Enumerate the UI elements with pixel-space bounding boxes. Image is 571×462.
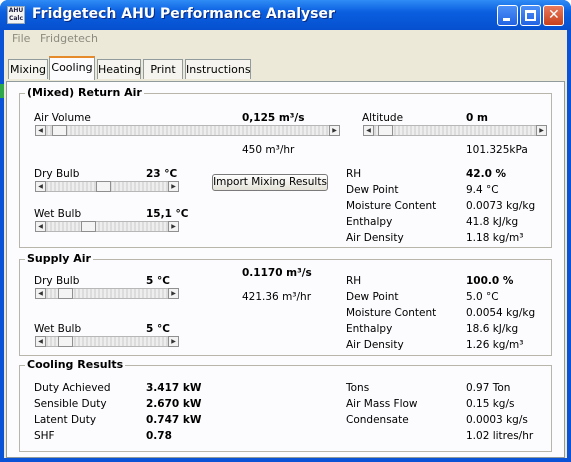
altitude-value: 0 m xyxy=(466,112,488,124)
right-arrow-icon[interactable]: ▶ xyxy=(168,181,179,192)
minimize-icon xyxy=(503,18,510,21)
slider-thumb[interactable] xyxy=(378,125,393,136)
supply-rh-label: RH xyxy=(346,275,362,287)
air-mass-flow-label: Air Mass Flow xyxy=(346,398,418,410)
air-density-label: Air Density xyxy=(346,232,404,244)
left-arrow-icon[interactable]: ◀ xyxy=(35,336,46,347)
left-arrow-icon[interactable]: ◀ xyxy=(35,288,46,299)
slider-thumb[interactable] xyxy=(52,125,67,136)
air-volume-slider[interactable]: ◀ ▶ xyxy=(35,125,340,136)
supply-flow-m3s: 0.1170 m³/s xyxy=(242,267,312,279)
sensible-duty-label: Sensible Duty xyxy=(34,398,107,410)
menu-bar: File Fridgetech xyxy=(4,30,567,48)
minimize-button[interactable] xyxy=(497,5,518,26)
return-air-title: (Mixed) Return Air xyxy=(25,86,144,99)
supply-dry-bulb-label: Dry Bulb xyxy=(34,275,80,287)
dry-bulb-label: Dry Bulb xyxy=(34,168,80,180)
duty-achieved-label: Duty Achieved xyxy=(34,382,111,394)
supply-dry-bulb-value: 5 °C xyxy=(146,275,170,287)
window-title: Fridgetech AHU Performance Analyser xyxy=(32,6,335,22)
slider-thumb[interactable] xyxy=(81,221,96,232)
enthalpy-label: Enthalpy xyxy=(346,216,393,228)
condensate-value: 0.0003 kg/s xyxy=(466,414,528,426)
shf-value: 0.78 xyxy=(146,430,172,442)
supply-dew-point-label: Dew Point xyxy=(346,291,399,303)
dew-point-label: Dew Point xyxy=(346,184,399,196)
condensate-litres-value: 1.02 litres/hr xyxy=(466,430,534,442)
right-arrow-icon[interactable]: ▶ xyxy=(168,288,179,299)
altitude-label: Altitude xyxy=(362,112,404,124)
maximize-button[interactable] xyxy=(520,5,541,26)
supply-dew-point-value: 5.0 °C xyxy=(466,291,499,303)
right-arrow-icon[interactable]: ▶ xyxy=(168,221,179,232)
tab-print[interactable]: Print xyxy=(143,59,183,79)
tab-instructions[interactable]: Instructions xyxy=(185,59,251,79)
latent-duty-value: 0.747 kW xyxy=(146,414,202,426)
supply-dry-bulb-slider[interactable]: ◀ ▶ xyxy=(35,288,179,299)
supply-wet-bulb-slider[interactable]: ◀ ▶ xyxy=(35,336,179,347)
left-arrow-icon[interactable]: ◀ xyxy=(35,221,46,232)
supply-wet-bulb-label: Wet Bulb xyxy=(34,323,82,335)
moisture-content-label: Moisture Content xyxy=(346,200,437,212)
tab-mixing[interactable]: Mixing xyxy=(8,59,48,79)
air-volume-label: Air Volume xyxy=(34,112,91,124)
enthalpy-value: 41.8 kJ/kg xyxy=(466,216,519,228)
condensate-label: Condensate xyxy=(346,414,409,426)
left-arrow-icon[interactable]: ◀ xyxy=(35,181,46,192)
right-arrow-icon[interactable]: ▶ xyxy=(536,125,547,136)
supply-enthalpy-value: 18.6 kJ/kg xyxy=(466,323,519,335)
tons-label: Tons xyxy=(346,382,370,394)
supply-moisture-content-value: 0.0054 kg/kg xyxy=(466,307,536,319)
wet-bulb-slider[interactable]: ◀ ▶ xyxy=(35,221,179,232)
altitude-slider[interactable]: ◀ ▶ xyxy=(363,125,547,136)
right-arrow-icon[interactable]: ▶ xyxy=(329,125,340,136)
supply-air-density-label: Air Density xyxy=(346,339,404,351)
tab-heating[interactable]: Heating xyxy=(97,59,141,79)
supply-enthalpy-label: Enthalpy xyxy=(346,323,393,335)
supply-wet-bulb-value: 5 °C xyxy=(146,323,170,335)
tab-strip: Mixing Cooling Heating Print Instruction… xyxy=(4,56,567,80)
supply-flow-m3hr: 421.36 m³/hr xyxy=(242,291,312,303)
app-icon: AHU Calc xyxy=(7,6,25,24)
sensible-duty-value: 2.670 kW xyxy=(146,398,202,410)
supply-air-density-value: 1.26 kg/m³ xyxy=(466,339,524,351)
pressure-value: 101.325kPa xyxy=(466,144,528,156)
slider-thumb[interactable] xyxy=(58,336,73,347)
dry-bulb-slider[interactable]: ◀ ▶ xyxy=(35,181,179,192)
moisture-content-value: 0.0073 kg/kg xyxy=(466,200,536,212)
slider-thumb[interactable] xyxy=(58,288,73,299)
title-bar[interactable]: AHU Calc Fridgetech AHU Performance Anal… xyxy=(0,0,571,30)
supply-air-title: Supply Air xyxy=(25,252,93,265)
rh-label: RH xyxy=(346,168,362,180)
supply-moisture-content-label: Moisture Content xyxy=(346,307,437,319)
tab-cooling[interactable]: Cooling xyxy=(49,56,95,80)
cooling-tab-panel: (Mixed) Return Air Air Volume 0,125 m³/s… xyxy=(6,81,565,458)
slider-thumb[interactable] xyxy=(96,181,111,192)
wet-bulb-value: 15,1 °C xyxy=(146,208,189,220)
close-button[interactable]: ✕ xyxy=(543,5,564,26)
left-arrow-icon[interactable]: ◀ xyxy=(35,125,46,136)
menu-fridgetech[interactable]: Fridgetech xyxy=(40,32,98,45)
shf-label: SHF xyxy=(34,430,55,442)
air-volume-value: 0,125 m³/s xyxy=(242,112,305,124)
supply-rh-value: 100.0 % xyxy=(466,275,514,287)
rh-value: 42.0 % xyxy=(466,168,507,180)
air-volume-m3hr: 450 m³/hr xyxy=(242,144,295,156)
client-area: File Fridgetech Mixing Cooling Heating P… xyxy=(4,30,567,458)
dew-point-value: 9.4 °C xyxy=(466,184,499,196)
dry-bulb-value: 23 °C xyxy=(146,168,178,180)
menu-file[interactable]: File xyxy=(12,32,30,45)
tons-value: 0.97 Ton xyxy=(466,382,511,394)
left-arrow-icon[interactable]: ◀ xyxy=(363,125,374,136)
import-mixing-results-button[interactable]: Import Mixing Results xyxy=(212,174,328,191)
maximize-icon xyxy=(525,10,536,21)
wet-bulb-label: Wet Bulb xyxy=(34,208,82,220)
air-density-value: 1.18 kg/m³ xyxy=(466,232,524,244)
close-icon: ✕ xyxy=(548,7,560,23)
right-arrow-icon[interactable]: ▶ xyxy=(168,336,179,347)
latent-duty-label: Latent Duty xyxy=(34,414,97,426)
duty-achieved-value: 3.417 kW xyxy=(146,382,202,394)
air-mass-flow-value: 0.15 kg/s xyxy=(466,398,515,410)
cooling-results-title: Cooling Results xyxy=(25,358,126,371)
